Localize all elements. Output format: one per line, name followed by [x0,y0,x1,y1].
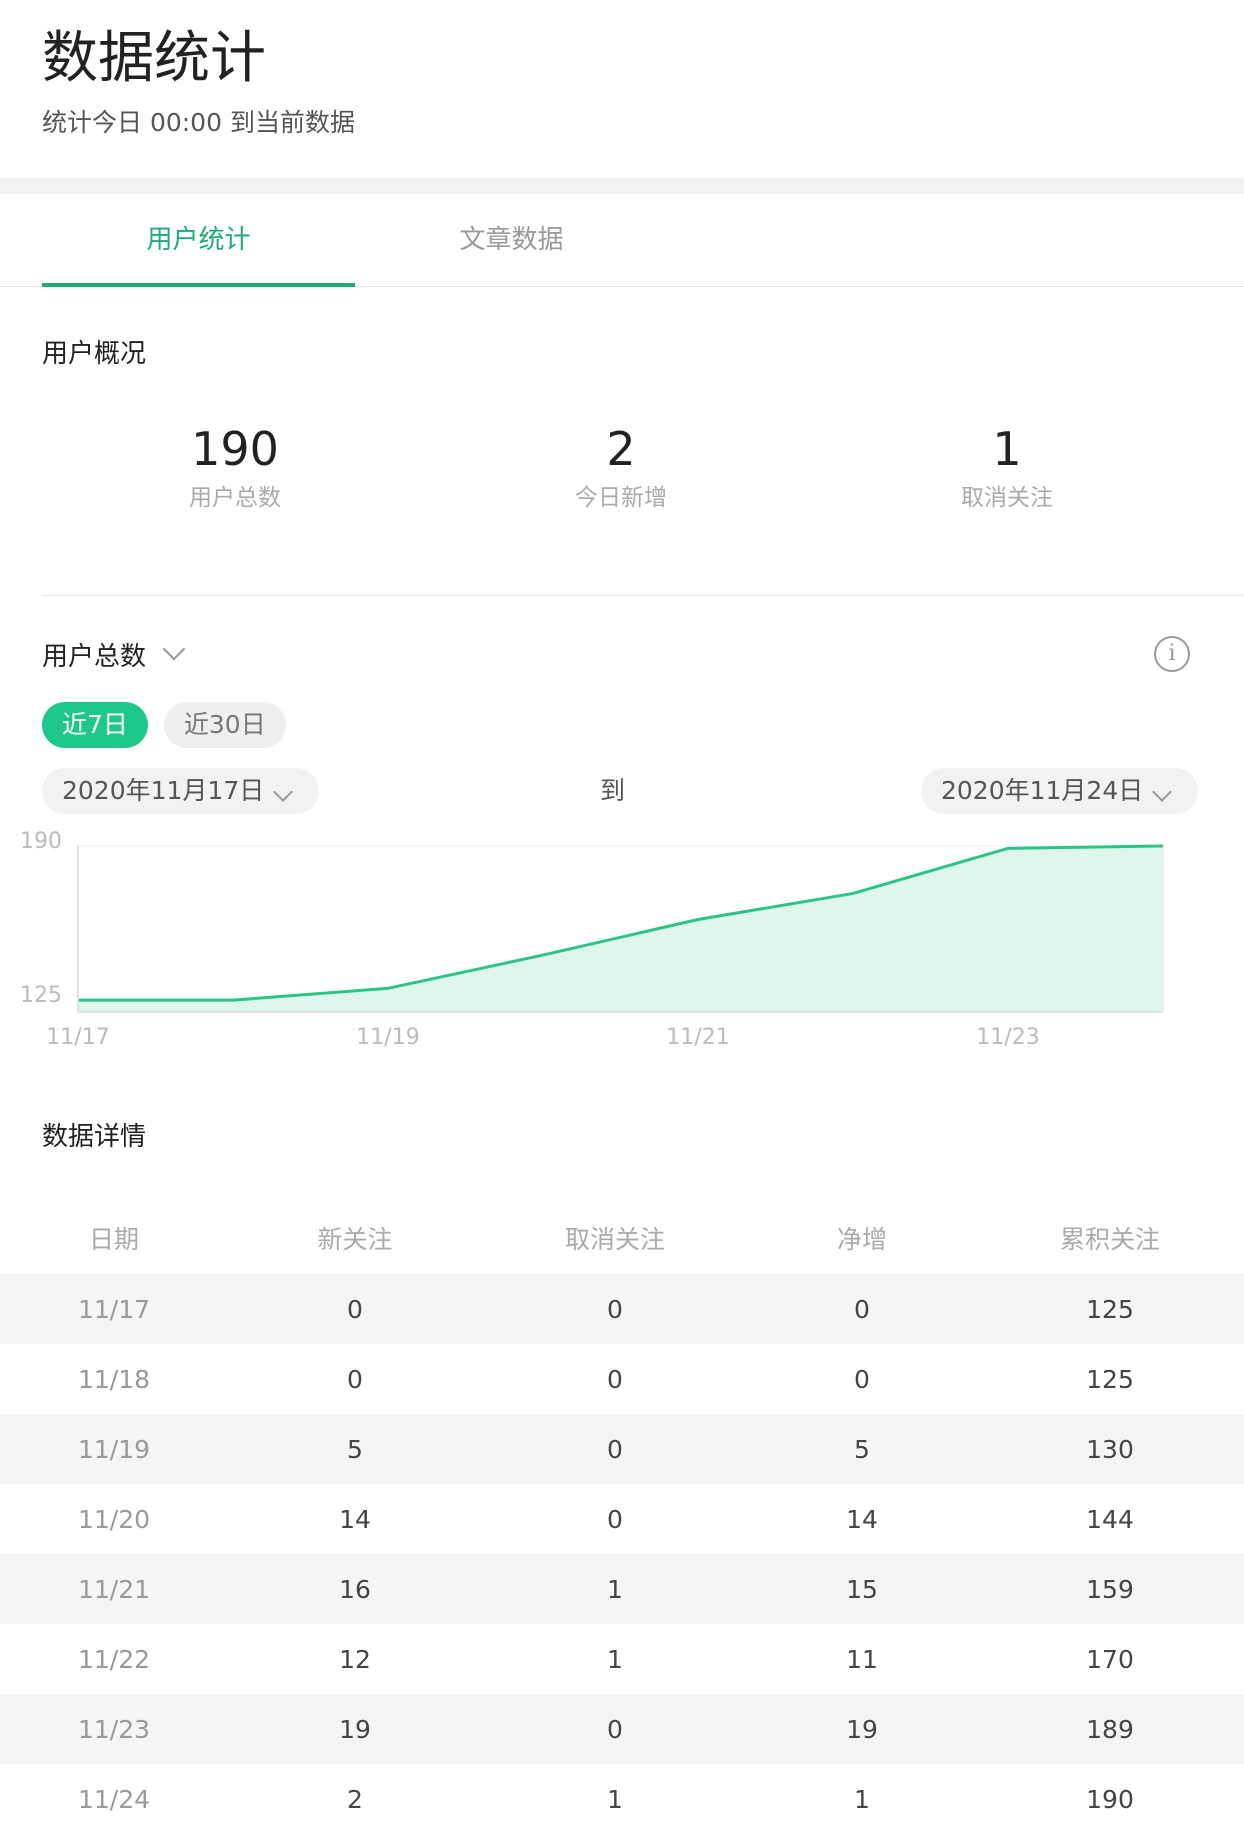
cell-unfollow: 1 [607,1574,623,1604]
date-from-picker[interactable]: 2020年11月17日 [42,768,319,814]
cell-cumulative: 170 [1086,1644,1134,1674]
column-header-date: 日期 [88,1225,139,1254]
cell-cumulative: 189 [1086,1714,1134,1744]
table-row: 11/21 16 1 15 159 [0,1554,1244,1624]
cell-new: 12 [339,1644,371,1674]
stat-value: 1 [992,422,1022,476]
cell-net: 1 [854,1784,870,1814]
stat-label: 今日新增 [575,485,667,511]
date-from-label: 2020年11月17日 [62,776,265,805]
y-tick-label: 190 [20,829,62,854]
x-tick-label: 11/19 [356,1025,419,1050]
cell-new: 14 [339,1504,371,1534]
stat-label: 用户总数 [189,485,281,511]
cell-cumulative: 144 [1086,1504,1134,1534]
cell-new: 16 [339,1574,371,1604]
table-row: 11/22 12 1 11 170 [0,1624,1244,1694]
cell-cumulative: 125 [1086,1364,1134,1394]
cell-date: 11/18 [77,1364,151,1394]
cell-cumulative: 130 [1086,1434,1134,1464]
tab-user-stats[interactable]: 用户统计 [42,194,355,287]
cell-unfollow: 1 [607,1784,623,1814]
area-fill [78,846,1163,1012]
cell-date: 11/24 [77,1784,151,1814]
overview-stats: 190 用户总数 2 今日新增 1 取消关注 [0,421,1244,513]
range-pills: 近7日 近30日 [0,702,1244,748]
page-title: 数据统计 [42,26,266,91]
stat-new-today: 2 今日新增 [428,421,814,513]
metric-selector[interactable]: 用户总数 i [0,634,1244,674]
cell-net: 0 [854,1364,870,1394]
date-separator: 到 [600,776,626,805]
divider [42,595,1244,596]
page-header: 数据统计 统计今日 00:00 到当前数据 [0,0,1244,178]
table-row: 11/23 19 0 19 189 [0,1694,1244,1764]
range-7-days-button[interactable]: 近7日 [42,702,148,748]
table-row: 11/17 0 0 0 125 [0,1274,1244,1344]
date-to-picker[interactable]: 2020年11月24日 [921,768,1198,814]
cell-net: 11 [846,1644,878,1674]
column-header-new: 新关注 [317,1225,393,1254]
cell-unfollow: 0 [607,1364,623,1394]
cell-unfollow: 0 [607,1294,623,1324]
cell-net: 14 [846,1504,878,1534]
cell-new: 19 [339,1714,371,1744]
chevron-down-icon [273,782,294,802]
x-tick-label: 11/21 [666,1025,729,1050]
cell-new: 0 [347,1294,363,1324]
cell-cumulative: 125 [1086,1294,1134,1324]
cell-date: 11/21 [77,1574,151,1604]
stat-label: 取消关注 [961,485,1053,511]
cell-cumulative: 190 [1086,1784,1134,1814]
cell-new: 0 [347,1364,363,1394]
page-subtitle: 统计今日 00:00 到当前数据 [42,108,355,137]
cell-net: 19 [846,1714,878,1744]
table-row: 11/19 5 0 5 130 [0,1414,1244,1484]
details-table: 日期 新关注 取消关注 净增 累积关注 11/17 0 0 0 125 11/1… [0,1202,1244,1834]
tab-article-data[interactable]: 文章数据 [355,194,668,286]
cell-unfollow: 0 [607,1504,623,1534]
stat-value: 2 [606,422,636,476]
stat-value: 190 [191,422,279,476]
tab-bar: 用户统计 文章数据 [0,194,1244,287]
cell-date: 11/23 [77,1714,151,1744]
metric-label: 用户总数 [42,641,147,672]
area-chart: 190 125 11/17 11/19 11/21 11/23 [20,829,1164,1050]
x-tick-label: 11/23 [976,1025,1039,1050]
cell-date: 11/19 [77,1434,151,1464]
stat-unfollow: 1 取消关注 [814,421,1200,513]
cell-date: 11/17 [77,1294,151,1324]
date-range-row: 2020年11月17日 到 2020年11月24日 [0,768,1244,814]
overview-title: 用户概况 [42,339,147,369]
cell-new: 2 [347,1784,363,1814]
cell-unfollow: 0 [607,1434,623,1464]
cell-unfollow: 0 [607,1714,623,1744]
column-header-net: 净增 [836,1225,887,1254]
details-title: 数据详情 [42,1122,147,1152]
stat-total-users: 190 用户总数 [42,421,428,513]
info-icon[interactable]: i [1154,636,1190,672]
table-row: 11/24 2 1 1 190 [0,1764,1244,1834]
cell-new: 5 [347,1434,363,1464]
section-gap [0,178,1244,194]
date-to-label: 2020年11月24日 [941,776,1144,805]
table-row: 11/20 14 0 14 144 [0,1484,1244,1554]
cell-net: 5 [854,1434,870,1464]
cell-net: 15 [846,1574,878,1604]
chevron-down-icon [162,637,186,661]
cell-date: 11/22 [77,1644,151,1674]
range-30-days-button[interactable]: 近30日 [163,702,286,748]
column-header-cumulative: 累积关注 [1059,1225,1160,1254]
user-total-chart: 190 125 11/17 11/19 11/21 11/23 [0,824,1244,1084]
cell-net: 0 [854,1294,870,1324]
chevron-down-icon [1152,782,1173,802]
x-tick-label: 11/17 [46,1025,109,1050]
table-header: 日期 新关注 取消关注 净增 累积关注 [0,1202,1244,1274]
y-tick-label: 125 [20,983,62,1008]
cell-cumulative: 159 [1086,1574,1134,1604]
cell-unfollow: 1 [607,1644,623,1674]
table-row: 11/18 0 0 0 125 [0,1344,1244,1414]
column-header-unfollow: 取消关注 [564,1225,665,1254]
cell-date: 11/20 [77,1504,151,1534]
